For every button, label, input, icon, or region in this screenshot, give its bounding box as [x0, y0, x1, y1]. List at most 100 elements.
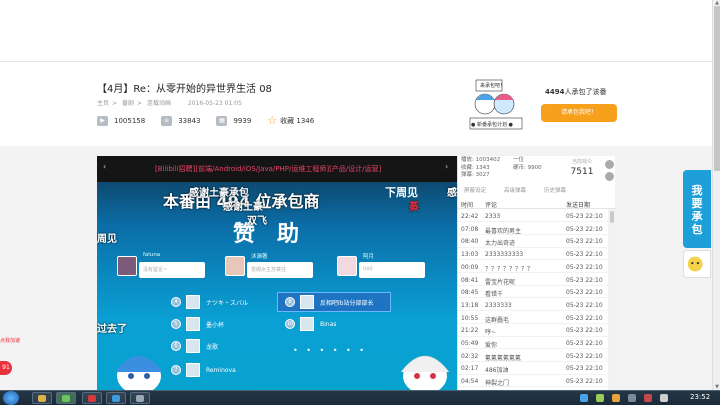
danmaku-date: 05-23 22:10	[566, 327, 603, 335]
app-icon[interactable]	[106, 392, 126, 404]
breadcrumb-home[interactable]: 主页	[97, 100, 109, 107]
upload-date: 2016-05-23 01:05	[187, 100, 242, 107]
mascot-icon[interactable]	[683, 250, 711, 278]
list-item[interactable]: 07:08 最喜欢的男主 05-23 22:10	[458, 223, 608, 235]
prev-arrow-icon[interactable]: ‹	[103, 162, 106, 171]
volume-icon[interactable]	[660, 394, 668, 402]
danmaku-date: 05-23 22:10	[566, 378, 603, 386]
sponsor-card: 阿月 (lol)	[337, 254, 429, 282]
rank-row: 10 Binas	[285, 317, 336, 331]
sponsor-count-text: 人承包了该番	[564, 88, 607, 96]
rank-name: ナツキ・スバル	[206, 299, 249, 307]
danmaku-text: 486加油	[485, 367, 509, 375]
list-item[interactable]: 10:55 这群蠢毛 05-23 22:10	[458, 312, 608, 324]
avatar	[337, 256, 357, 276]
recruit-link[interactable]: [Bilibili招聘][前端/Android/iOS/Java/PHP/运维工…	[155, 164, 381, 174]
sidebar-stats-right: 一位 硬币: 9900	[513, 157, 542, 172]
plays-stat: ▶ 1005158	[97, 115, 145, 126]
video-stats: ▶ 1005158 ≡ 33843 ▦ 9939 ☆ 收藏 1346	[97, 114, 330, 127]
list-item[interactable]: 13:18 2333333 05-23 22:10	[458, 299, 608, 312]
tray-icon[interactable]	[628, 394, 636, 402]
scroll-thumb[interactable]	[610, 211, 614, 223]
rank-row: 7 Reminova	[171, 363, 236, 377]
breadcrumb-serial[interactable]: 连载动画	[147, 100, 171, 107]
tray-icon[interactable]	[612, 394, 620, 402]
list-item[interactable]: 02:32 氪氪氪氪氪氪 05-23 22:10	[458, 350, 608, 362]
danmaku-time: 08:41	[461, 276, 479, 284]
sponsor-me-button[interactable]: 请承包我吧！	[541, 104, 617, 122]
block-settings-button[interactable]: 屏蔽设定	[464, 186, 486, 196]
danmaku-time: 10:55	[461, 314, 479, 322]
app-icon[interactable]	[130, 392, 150, 404]
tray-icon[interactable]	[580, 394, 588, 402]
sidebar-stats-left: 播放: 1003402 收藏: 1343 弹幕: 3027	[461, 157, 500, 180]
scroll-thumb[interactable]	[714, 6, 720, 171]
history-danmaku-button[interactable]: 历史弹幕	[544, 186, 566, 196]
stat-danmaku: 弹幕: 3027	[461, 172, 490, 178]
rank-name: Reminova	[206, 366, 236, 374]
avatar	[186, 339, 200, 353]
avatar	[186, 317, 200, 331]
favorite-button[interactable]: ☆ 收藏 1346	[267, 114, 314, 127]
fab-label: 包	[691, 223, 703, 236]
browser-app-icon[interactable]	[56, 392, 76, 404]
danmaku-date: 05-23 22:10	[566, 276, 603, 284]
speedup-badge[interactable]: 点我加速 91	[0, 335, 24, 381]
danmaku-count: 33843	[178, 116, 201, 125]
list-item[interactable]: 05:49 爱你 05-23 22:10	[458, 337, 608, 350]
header-time[interactable]: 时间	[461, 200, 473, 209]
danmaku-comment: 感	[447, 188, 457, 199]
sponsor-message: 雷姆女主苏菜往	[247, 262, 313, 278]
sponsor-float-button[interactable]: 我 要 承 包	[683, 170, 711, 248]
page-scrollbar[interactable]: ▲ ▼	[712, 0, 720, 390]
danmaku-comment: 感谢土豪	[223, 202, 263, 213]
video-player[interactable]: ‹ › [Bilibili招聘][前端/Android/iOS/Java/PHP…	[97, 156, 457, 390]
list-item[interactable]: 00:09 ？？？？？？？？ 05-23 22:10	[458, 261, 608, 274]
sponsor-promo: 来承包吧！ ● 新番承包计划 ● 4494人承包了该番 请承包我吧！	[468, 78, 618, 134]
danmaku-list-scrollbar[interactable]	[608, 209, 616, 390]
list-item[interactable]: 08:41 雷宝片花呢 05-23 22:10	[458, 274, 608, 286]
sponsor-count: 4494人承包了该番	[545, 87, 606, 97]
rank-row: 5 墨小杯	[171, 317, 224, 331]
list-item[interactable]: 08:45 看错千 05-23 22:10	[458, 286, 608, 299]
danmaku-time: 08:40	[461, 238, 479, 246]
advanced-danmaku-button[interactable]: 高级弹幕	[504, 186, 526, 196]
media-app-icon[interactable]	[82, 392, 102, 404]
danmaku-text: 雷宝片花呢	[485, 278, 516, 286]
clock: 23:52	[690, 393, 711, 401]
list-item[interactable]: 13:03 2333333333 05-23 22:10	[458, 248, 608, 261]
rank-name: 墨小杯	[206, 321, 225, 329]
list-item[interactable]: 08:40 太力出奇迹 05-23 22:10	[458, 235, 608, 248]
fab-label: 要	[691, 197, 703, 210]
danmaku-date: 05-23 22:10	[566, 238, 603, 246]
stat-plays: 播放: 1003402	[461, 157, 501, 163]
mascot-illustration	[400, 355, 450, 390]
danmaku-time: 02:17	[461, 365, 479, 373]
list-item[interactable]: 04:54 神裂之门 05-23 22:10	[458, 375, 608, 388]
start-button-icon[interactable]	[3, 391, 19, 405]
header-date[interactable]: 发送日期	[566, 200, 590, 209]
gear-icon[interactable]	[605, 172, 614, 181]
list-item[interactable]: 02:17 486加油 05-23 22:10	[458, 362, 608, 375]
danmaku-stat: ≡ 33843	[161, 115, 201, 126]
rank-number: 10	[285, 319, 295, 329]
mascot-illustration	[115, 356, 163, 390]
danmaku-date: 05-23 22:10	[566, 352, 603, 360]
more-dots: • • • • • •	[293, 346, 368, 355]
header-comment[interactable]: 评论	[485, 200, 497, 209]
fab-label: 我	[691, 184, 703, 197]
tray-icon[interactable]	[644, 394, 652, 402]
avatar	[225, 256, 245, 276]
explorer-app-icon[interactable]	[32, 392, 52, 404]
rank-number: 5	[171, 319, 181, 329]
list-item[interactable]: 22:42 2333 05-23 22:10	[458, 210, 608, 223]
breadcrumb-anime[interactable]: 番剧	[122, 100, 134, 107]
avatar	[300, 317, 314, 331]
user-icon[interactable]	[605, 160, 614, 169]
next-arrow-icon[interactable]: ›	[445, 162, 448, 171]
list-item[interactable]: 21:22 哼~ 05-23 22:10	[458, 324, 608, 337]
star-icon: ☆	[267, 114, 278, 127]
online-viewers: 当前观众 7511	[562, 158, 602, 177]
danmaku-date: 05-23 22:10	[566, 314, 603, 322]
tray-icon[interactable]	[596, 394, 604, 402]
